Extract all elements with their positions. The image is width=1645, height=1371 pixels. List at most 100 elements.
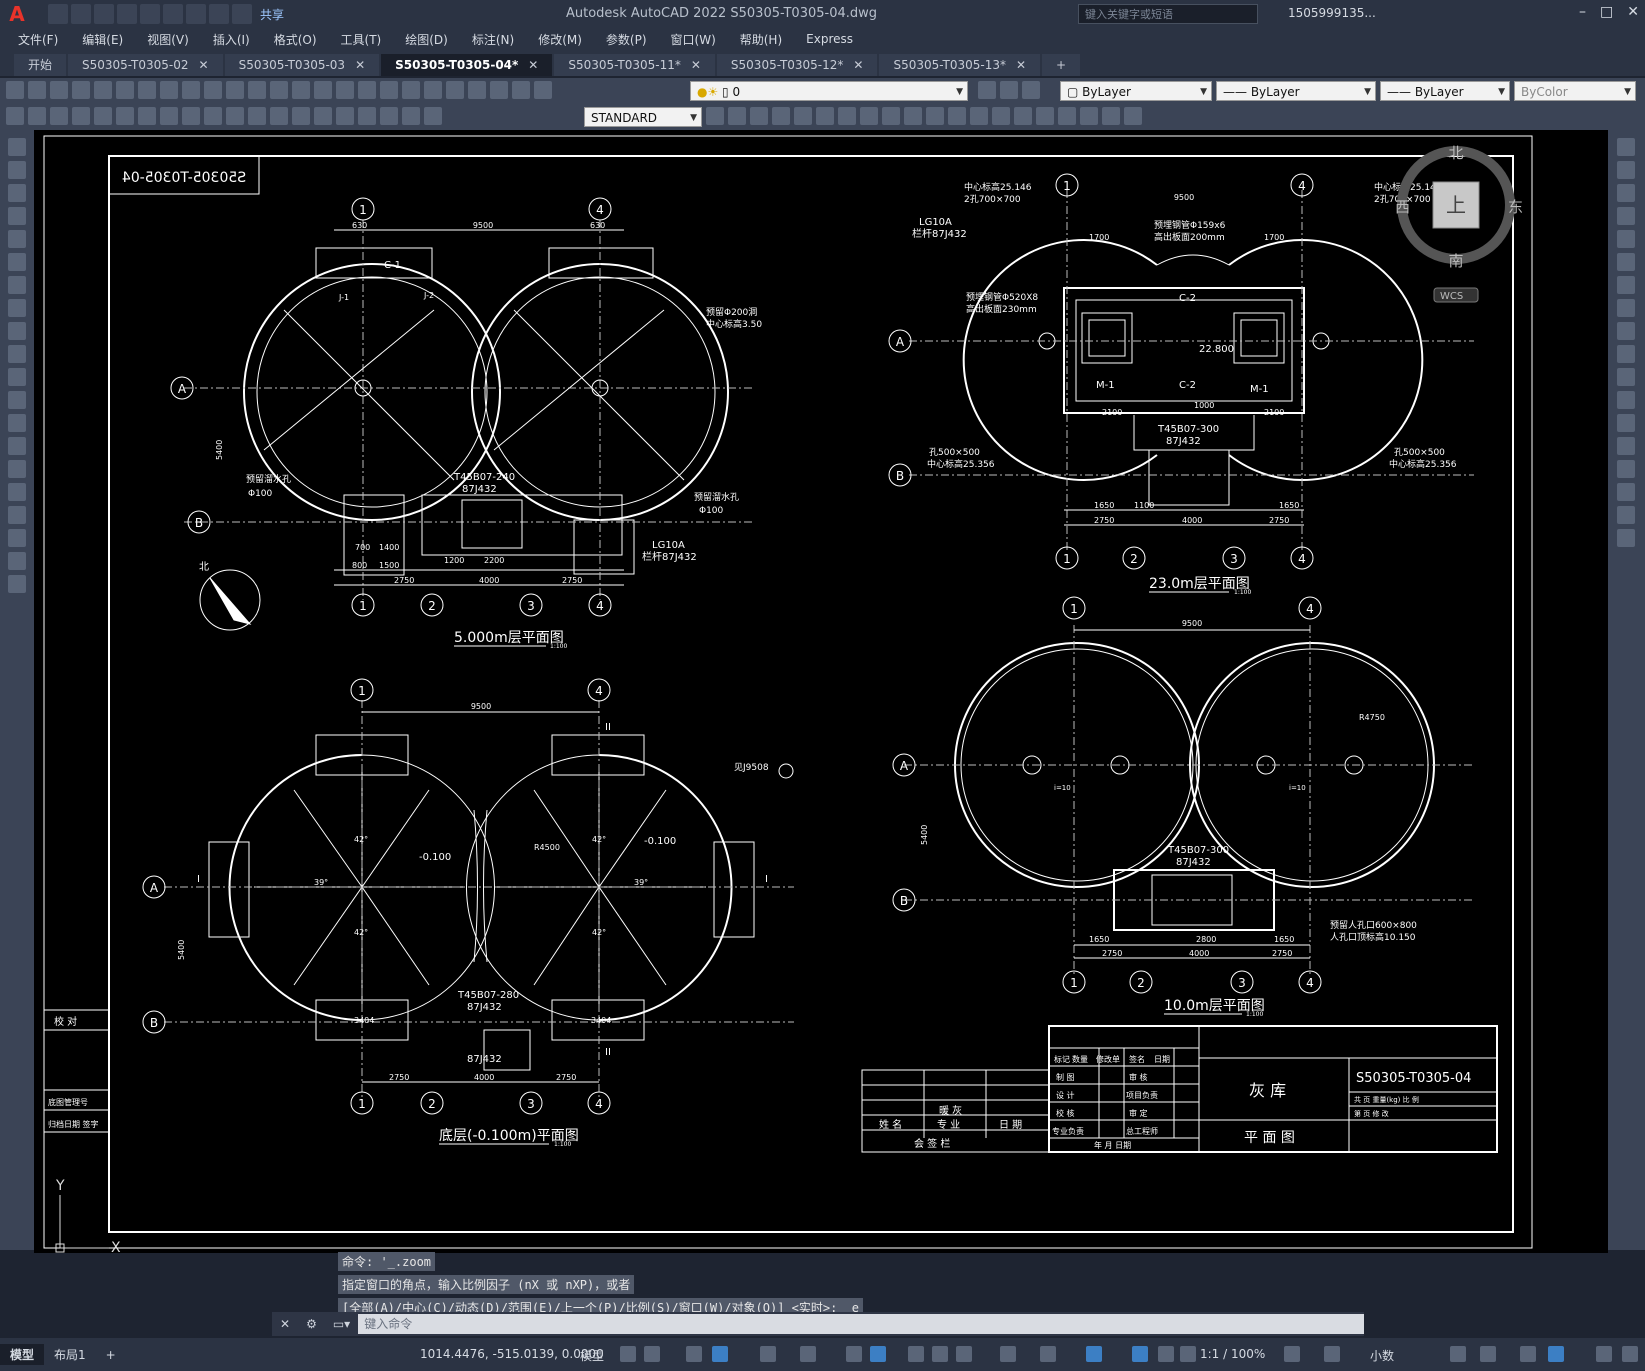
menu-edit[interactable]: 编辑(E) <box>82 31 123 48</box>
design-center-icon[interactable] <box>402 81 420 99</box>
offset-icon[interactable] <box>794 107 812 125</box>
polar-icon[interactable] <box>800 1346 816 1362</box>
mtext-icon[interactable] <box>8 552 26 570</box>
extend-icon[interactable] <box>1617 368 1635 386</box>
customize-icon[interactable]: ⚙ <box>306 1317 317 1331</box>
dynamic-input-icon[interactable] <box>712 1346 728 1362</box>
new-tab-button[interactable]: + <box>1042 54 1081 76</box>
new-icon[interactable] <box>48 4 68 24</box>
update-icon[interactable] <box>424 107 442 125</box>
revision-cloud-icon[interactable] <box>8 299 26 317</box>
menu-dimension[interactable]: 标注(N) <box>472 31 514 48</box>
viewcube-north[interactable]: 北 <box>1448 144 1463 162</box>
array-icon[interactable] <box>816 107 834 125</box>
explode-icon[interactable] <box>1058 107 1076 125</box>
isodraft-icon[interactable] <box>846 1346 862 1362</box>
autocad-logo-icon[interactable]: A <box>4 1 30 27</box>
tab-s50305-t0305-04[interactable]: S50305-T0305-04* ✕ <box>381 54 553 76</box>
menu-format[interactable]: 格式(O) <box>274 31 317 48</box>
menu-file[interactable]: 文件(F) <box>18 31 58 48</box>
osnap-icon[interactable] <box>908 1346 924 1362</box>
break-icon[interactable] <box>1617 414 1635 432</box>
lineweight-icon[interactable] <box>932 1346 948 1362</box>
help-icon[interactable] <box>512 81 530 99</box>
layer-previous-icon[interactable] <box>1000 81 1018 99</box>
aligned-dim-icon[interactable] <box>28 107 46 125</box>
save-as-icon[interactable] <box>117 4 137 24</box>
fillet-icon[interactable] <box>1036 107 1054 125</box>
block-icon[interactable] <box>1080 107 1098 125</box>
continue-icon[interactable] <box>226 107 244 125</box>
search-input[interactable]: 键入关键字或短语 <box>1078 4 1258 24</box>
selection-cycling-icon[interactable] <box>1000 1346 1016 1362</box>
pan-icon[interactable] <box>292 81 310 99</box>
annotation-scale-dropdown[interactable]: 1:1 / 100% <box>1200 1347 1265 1361</box>
open-icon[interactable] <box>28 81 46 99</box>
arc-length-icon[interactable] <box>50 107 68 125</box>
lineweight-dropdown[interactable]: —— ByLayer ▼ <box>1380 81 1510 101</box>
tool-palette-icon[interactable] <box>424 81 442 99</box>
menu-express[interactable]: Express <box>806 32 853 46</box>
join-icon[interactable] <box>1617 437 1635 455</box>
ordinate-icon[interactable] <box>72 107 90 125</box>
undo-icon[interactable] <box>209 4 229 24</box>
tab-s50305-t0305-02[interactable]: S50305-T0305-02 ✕ <box>68 54 223 76</box>
ortho-icon[interactable] <box>760 1346 776 1362</box>
clean-screen-icon[interactable] <box>1596 1346 1612 1362</box>
arc-icon[interactable] <box>8 253 26 271</box>
new-icon[interactable] <box>6 81 24 99</box>
copy-icon[interactable] <box>1617 161 1635 179</box>
recent-commands-icon[interactable]: ▭▾ <box>333 1317 350 1331</box>
close-tab-icon[interactable]: ✕ <box>355 58 365 72</box>
tab-s50305-t0305-13[interactable]: S50305-T0305-13* ✕ <box>879 54 1041 76</box>
ellipse-icon[interactable] <box>8 345 26 363</box>
viewcube-east[interactable]: 东 <box>1508 198 1523 216</box>
3d-osnap-icon[interactable] <box>1040 1346 1056 1362</box>
quick-calc-icon[interactable] <box>490 81 508 99</box>
menu-draw[interactable]: 绘图(D) <box>405 31 448 48</box>
stretch-icon[interactable] <box>1617 322 1635 340</box>
annotation-monitor-icon[interactable] <box>1324 1346 1340 1362</box>
jog-line-icon[interactable] <box>358 107 376 125</box>
close-command-icon[interactable]: ✕ <box>280 1317 290 1331</box>
maximize-icon[interactable]: □ <box>1600 4 1613 20</box>
tab-start[interactable]: 开始 <box>14 54 67 76</box>
save-icon[interactable] <box>50 81 68 99</box>
match-icon[interactable] <box>226 81 244 99</box>
close-icon[interactable]: ✕ <box>1627 4 1639 20</box>
angular-icon[interactable] <box>160 107 178 125</box>
edit-dim-icon[interactable] <box>380 107 398 125</box>
wcs-menu[interactable]: WCS <box>1440 291 1463 302</box>
copy-object-icon[interactable] <box>750 107 768 125</box>
tab-s50305-t0305-12[interactable]: S50305-T0305-12* ✕ <box>716 54 878 76</box>
blend-curves-icon[interactable] <box>1617 506 1635 524</box>
isolate-objects-icon[interactable] <box>1520 1346 1536 1362</box>
markup-icon[interactable] <box>468 81 486 99</box>
make-block-icon[interactable] <box>8 414 26 432</box>
object-snap-tracking-icon[interactable] <box>870 1346 886 1362</box>
menu-view[interactable]: 视图(V) <box>147 31 189 48</box>
zoom-realtime-icon[interactable] <box>314 81 332 99</box>
erase-icon[interactable] <box>728 107 746 125</box>
snap-icon[interactable] <box>644 1346 660 1362</box>
close-tab-icon[interactable]: ✕ <box>853 58 863 72</box>
tolerance-icon[interactable] <box>292 107 310 125</box>
customization-menu-icon[interactable] <box>1622 1346 1638 1362</box>
center-mark-icon[interactable] <box>314 107 332 125</box>
insert-block-icon[interactable] <box>8 391 26 409</box>
line-icon[interactable] <box>8 138 26 156</box>
sheet-set-icon[interactable] <box>446 81 464 99</box>
menu-insert[interactable]: 插入(I) <box>213 31 250 48</box>
transparency-icon[interactable] <box>956 1346 972 1362</box>
trim-icon[interactable] <box>926 107 944 125</box>
gradient-icon[interactable] <box>8 483 26 501</box>
move-icon[interactable] <box>838 107 856 125</box>
scale-icon[interactable] <box>1617 299 1635 317</box>
workspace-gear-icon[interactable] <box>1284 1346 1300 1362</box>
table-icon[interactable] <box>8 529 26 547</box>
close-tab-icon[interactable]: ✕ <box>1016 58 1026 72</box>
erase-icon[interactable] <box>1617 138 1635 156</box>
dim-style-dropdown[interactable]: STANDARD ▼ <box>584 107 702 127</box>
viewcube-west[interactable]: 西 <box>1395 198 1410 216</box>
menu-help[interactable]: 帮助(H) <box>740 31 782 48</box>
